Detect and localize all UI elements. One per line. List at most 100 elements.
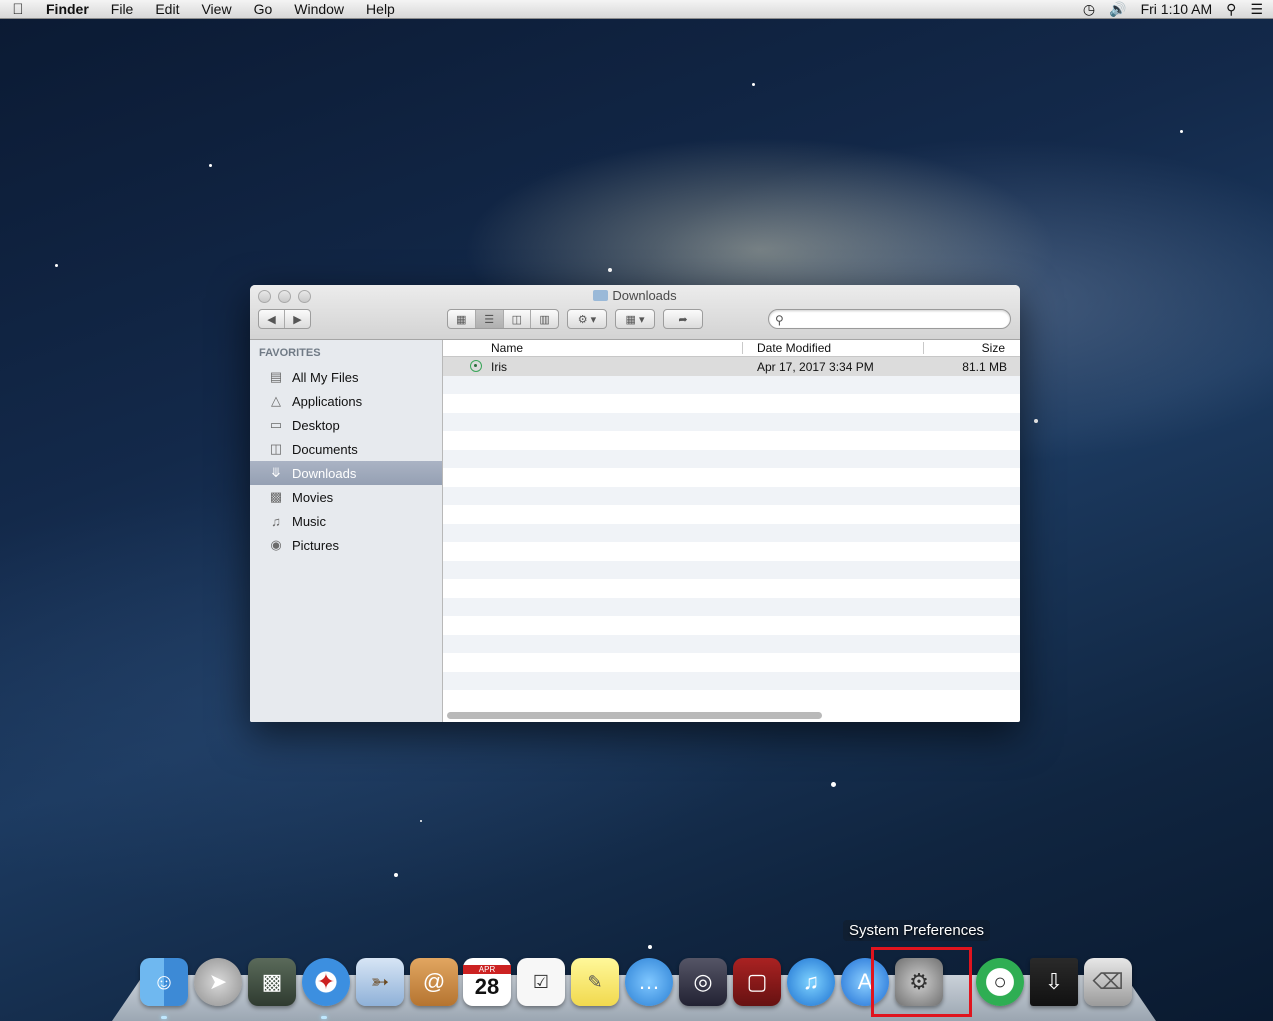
sidebar-item-music[interactable]: ♫ Music [250, 509, 442, 533]
spotlight-icon[interactable]: ⚲ [1226, 1, 1236, 18]
downloads-icon: ⤋ [270, 465, 282, 480]
empty-row [443, 505, 1020, 524]
sidebar-item-desktop[interactable]: ▭ Desktop [250, 413, 442, 437]
menu-go[interactable]: Go [243, 1, 284, 17]
running-indicator [161, 1016, 167, 1019]
table-row[interactable]: Iris Apr 17, 2017 3:34 PM 81.1 MB [443, 357, 1020, 376]
menu-bar:  Finder File Edit View Go Window Help ◷… [0, 0, 1273, 19]
reminders-icon[interactable]: ☑ [517, 958, 565, 1006]
sidebar-item-label: Applications [292, 393, 363, 409]
itunes-icon[interactable]: ♫ [787, 958, 835, 1006]
column-divider[interactable] [923, 342, 924, 354]
column-name[interactable]: Name [491, 341, 523, 355]
contacts-icon[interactable]: @ [410, 958, 458, 1006]
trash-icon[interactable]: ⌫ [1084, 958, 1132, 1006]
empty-row [443, 523, 1020, 542]
sidebar-item-label: Movies [292, 489, 334, 505]
horizontal-scrollbar[interactable] [447, 712, 822, 719]
sidebar: FAVORITES ▤ All My Files △ Applications … [250, 340, 443, 722]
icon-view-icon[interactable]: ▦ [448, 310, 476, 328]
forward-button[interactable]: ▶ [285, 310, 310, 328]
desktop-icon: ▭ [269, 417, 283, 432]
window-title: Downloads [250, 288, 1020, 303]
iris-app-icon[interactable]: ○ [976, 958, 1024, 1006]
all-files-icon: ▤ [269, 369, 283, 384]
facetime-icon[interactable]: ◎ [679, 958, 727, 1006]
calendar-icon[interactable]: APR 28 [463, 958, 511, 1006]
movies-icon: ▩ [269, 489, 283, 504]
sidebar-item-label: Desktop [292, 417, 340, 433]
star [608, 268, 612, 272]
menu-file[interactable]: File [100, 1, 145, 17]
star [1180, 130, 1183, 133]
file-name: Iris [491, 360, 507, 374]
empty-row [443, 468, 1020, 487]
file-list: Name Date Modified Size Iris Apr 17, 201… [443, 340, 1020, 722]
empty-row [443, 431, 1020, 450]
menu-edit[interactable]: Edit [144, 1, 190, 17]
back-button[interactable]: ◀ [259, 310, 285, 328]
time-machine-icon[interactable]: ◷ [1083, 1, 1095, 18]
sidebar-item-downloads[interactable]: ⤋ Downloads [250, 461, 442, 485]
menu-app-name[interactable]: Finder [36, 1, 100, 17]
file-date: Apr 17, 2017 3:34 PM [757, 360, 874, 374]
calendar-month: APR [463, 964, 511, 974]
share-button[interactable]: ➦ [663, 309, 703, 329]
menu-view[interactable]: View [190, 1, 242, 17]
list-view-icon[interactable]: ☰ [475, 310, 504, 328]
sidebar-heading: FAVORITES [259, 347, 321, 359]
photo-booth-icon[interactable]: ▢ [733, 958, 781, 1006]
star [420, 820, 422, 822]
finder-window: Downloads ◀ ▶ ▦ ☰ ◫ ▥ ⚙ ▾ ▦ ▾ ➦ ⚲ FAVORI… [250, 285, 1020, 722]
column-size[interactable]: Size [982, 341, 1005, 355]
empty-row [443, 486, 1020, 505]
volume-icon[interactable]: 🔊 [1109, 1, 1126, 18]
search-input[interactable]: ⚲ [768, 309, 1011, 329]
safari-icon[interactable]: ✦ [302, 958, 350, 1006]
file-rows: Iris Apr 17, 2017 3:34 PM 81.1 MB [443, 357, 1020, 690]
notes-icon[interactable]: ✎ [571, 958, 619, 1006]
apple-menu-icon[interactable]:  [0, 1, 36, 18]
cover-flow-icon[interactable]: ▥ [531, 310, 558, 328]
search-icon: ⚲ [775, 313, 784, 327]
arrange-button[interactable]: ▦ ▾ [615, 309, 655, 329]
column-divider[interactable] [742, 342, 743, 354]
sidebar-item-pictures[interactable]: ◉ Pictures [250, 533, 442, 557]
arrange-icon: ▦ ▾ [625, 313, 645, 326]
launchpad-icon[interactable]: ➤ [194, 958, 242, 1006]
empty-row [443, 653, 1020, 672]
running-indicator [321, 1016, 327, 1019]
sidebar-item-movies[interactable]: ▩ Movies [250, 485, 442, 509]
empty-row [443, 616, 1020, 635]
folder-icon [593, 290, 609, 301]
sidebar-item-all-my-files[interactable]: ▤ All My Files [250, 365, 442, 389]
back-forward-control: ◀ ▶ [258, 309, 311, 329]
music-icon: ♫ [271, 513, 281, 529]
menu-window[interactable]: Window [283, 1, 355, 17]
gear-icon: ⚙ ▾ [577, 313, 597, 326]
notification-center-icon[interactable]: ☰ [1250, 1, 1263, 18]
menu-help[interactable]: Help [355, 1, 406, 17]
sidebar-item-applications[interactable]: △ Applications [250, 389, 442, 413]
star [1034, 419, 1038, 423]
calendar-day: 28 [474, 973, 500, 999]
mail-icon[interactable]: ➳ [356, 958, 404, 1006]
column-view-icon[interactable]: ◫ [504, 310, 532, 328]
sidebar-item-label: All My Files [292, 369, 359, 385]
action-gear-button[interactable]: ⚙ ▾ [567, 309, 607, 329]
messages-icon[interactable]: … [625, 958, 673, 1006]
empty-row [443, 560, 1020, 579]
finder-icon[interactable]: ☺ [140, 958, 188, 1006]
image-capture-icon[interactable]: ▩ [248, 958, 296, 1006]
empty-row [443, 579, 1020, 598]
pictures-icon: ◉ [270, 537, 282, 552]
column-date-modified[interactable]: Date Modified [757, 341, 831, 355]
share-icon: ➦ [678, 313, 688, 326]
star [831, 782, 836, 787]
empty-row [443, 412, 1020, 431]
clock[interactable]: Fri 1:10 AM [1141, 1, 1213, 17]
downloads-stack-icon[interactable]: ⇩ [1030, 958, 1078, 1006]
iris-file-icon [470, 360, 482, 372]
sidebar-item-label: Documents [292, 441, 358, 457]
sidebar-item-documents[interactable]: ◫ Documents [250, 437, 442, 461]
